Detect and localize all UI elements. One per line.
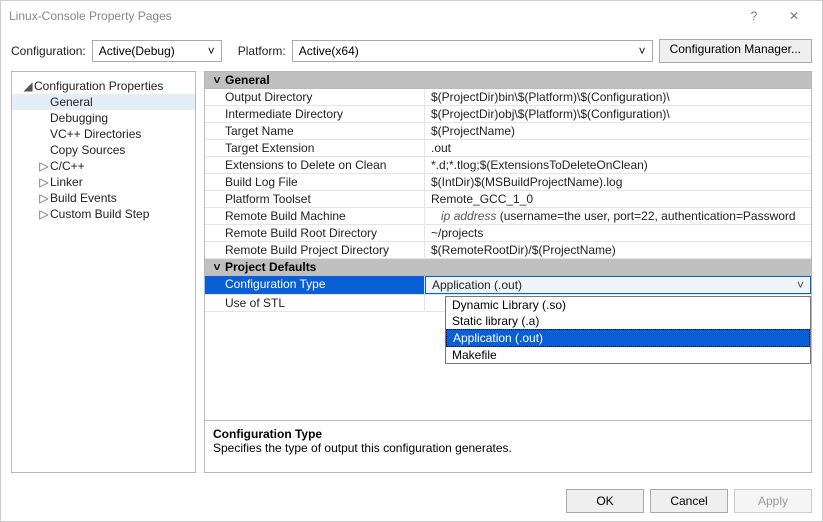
dropdown-option[interactable]: Static library (.a) bbox=[446, 313, 810, 329]
help-panel: Configuration Type Specifies the type of… bbox=[205, 420, 811, 472]
chevron-down-icon[interactable]: ˅ bbox=[797, 278, 804, 292]
prop-value-configtype[interactable]: Application (.out)˅ bbox=[425, 276, 811, 294]
tree-item-linker[interactable]: ▷Linker bbox=[12, 174, 195, 190]
tree-item-copysources[interactable]: Copy Sources bbox=[12, 142, 195, 158]
tree-item-custombuild[interactable]: ▷Custom Build Step bbox=[12, 206, 195, 222]
prop-name: Configuration Type bbox=[205, 276, 425, 294]
titlebar: Linux-Console Property Pages ? ✕ bbox=[1, 1, 822, 31]
tree-root-label: Configuration Properties bbox=[34, 79, 163, 93]
prop-name: Intermediate Directory bbox=[205, 106, 425, 122]
collapse-icon: ˅ bbox=[209, 260, 225, 274]
config-toolbar: Configuration: Active(Debug) ˅ Platform:… bbox=[1, 31, 822, 71]
prop-name: Platform Toolset bbox=[205, 191, 425, 207]
prop-value[interactable]: Remote_GCC_1_0 bbox=[425, 191, 811, 207]
window-title: Linux-Console Property Pages bbox=[9, 9, 734, 23]
chevron-down-icon: ˅ bbox=[639, 44, 646, 58]
cancel-button[interactable]: Cancel bbox=[650, 489, 728, 513]
prop-name: Output Directory bbox=[205, 89, 425, 105]
tree-item-vcdirs[interactable]: VC++ Directories bbox=[12, 126, 195, 142]
dropdown-option[interactable]: Dynamic Library (.so) bbox=[446, 297, 810, 313]
prop-name: Extensions to Delete on Clean bbox=[205, 157, 425, 173]
tree-item-ccpp[interactable]: ▷C/C++ bbox=[12, 158, 195, 174]
help-icon[interactable]: ? bbox=[734, 2, 774, 30]
configuration-value: Active(Debug) bbox=[99, 44, 175, 58]
expand-icon: ▷ bbox=[38, 191, 50, 205]
nav-tree[interactable]: ◢ Configuration Properties General Debug… bbox=[11, 71, 196, 473]
tree-root[interactable]: ◢ Configuration Properties bbox=[12, 78, 195, 94]
platform-combo[interactable]: Active(x64) ˅ bbox=[292, 40, 653, 62]
main-area: ◢ Configuration Properties General Debug… bbox=[1, 71, 822, 481]
help-title: Configuration Type bbox=[213, 427, 803, 441]
prop-value[interactable]: .out bbox=[425, 140, 811, 156]
prop-name: Use of STL bbox=[205, 295, 425, 311]
prop-value[interactable]: *.d;*.tlog;$(ExtensionsToDeleteOnClean) bbox=[425, 157, 811, 173]
help-desc: Specifies the type of output this config… bbox=[213, 441, 803, 455]
prop-name: Remote Build Root Directory bbox=[205, 225, 425, 241]
prop-name: Target Extension bbox=[205, 140, 425, 156]
collapse-icon: ◢ bbox=[22, 79, 34, 93]
prop-value[interactable]: $(ProjectDir)obj\$(Platform)\$(Configura… bbox=[425, 106, 811, 122]
tree-item-buildevents[interactable]: ▷Build Events bbox=[12, 190, 195, 206]
property-grid: ˅General Output Directory$(ProjectDir)bi… bbox=[205, 72, 811, 420]
expand-icon: ▷ bbox=[38, 175, 50, 189]
prop-value[interactable]: $(RemoteRootDir)/$(ProjectName) bbox=[425, 242, 811, 258]
chevron-down-icon: ˅ bbox=[208, 44, 215, 58]
section-general[interactable]: ˅General bbox=[205, 72, 811, 89]
configuration-manager-button[interactable]: Configuration Manager... bbox=[659, 39, 812, 63]
close-icon[interactable]: ✕ bbox=[774, 2, 814, 30]
tree-item-debugging[interactable]: Debugging bbox=[12, 110, 195, 126]
button-bar: OK Cancel Apply bbox=[1, 481, 822, 521]
apply-button: Apply bbox=[734, 489, 812, 513]
ok-button[interactable]: OK bbox=[566, 489, 644, 513]
prop-value[interactable]: $(ProjectName) bbox=[425, 123, 811, 139]
platform-label: Platform: bbox=[238, 44, 286, 58]
tree-item-general[interactable]: General bbox=[12, 94, 195, 110]
configtype-dropdown[interactable]: Dynamic Library (.so) Static library (.a… bbox=[445, 296, 811, 364]
prop-value[interactable]: ~/projects bbox=[425, 225, 811, 241]
section-defaults[interactable]: ˅Project Defaults bbox=[205, 259, 811, 276]
collapse-icon: ˅ bbox=[209, 73, 225, 87]
configuration-combo[interactable]: Active(Debug) ˅ bbox=[92, 40, 222, 62]
expand-icon: ▷ bbox=[38, 207, 50, 221]
prop-name: Remote Build Machine bbox=[205, 208, 425, 224]
dropdown-option[interactable]: Makefile bbox=[446, 347, 810, 363]
configuration-label: Configuration: bbox=[11, 44, 86, 58]
dropdown-option[interactable]: Application (.out) bbox=[446, 329, 810, 347]
prop-value[interactable]: $(IntDir)$(MSBuildProjectName).log bbox=[425, 174, 811, 190]
platform-value: Active(x64) bbox=[299, 44, 359, 58]
prop-name: Build Log File bbox=[205, 174, 425, 190]
prop-value[interactable]: ip address (username=the user, port=22, … bbox=[425, 208, 811, 224]
prop-value[interactable]: $(ProjectDir)bin\$(Platform)\$(Configura… bbox=[425, 89, 811, 105]
property-panel: ˅General Output Directory$(ProjectDir)bi… bbox=[204, 71, 812, 473]
expand-icon: ▷ bbox=[38, 159, 50, 173]
prop-name: Remote Build Project Directory bbox=[205, 242, 425, 258]
prop-name: Target Name bbox=[205, 123, 425, 139]
